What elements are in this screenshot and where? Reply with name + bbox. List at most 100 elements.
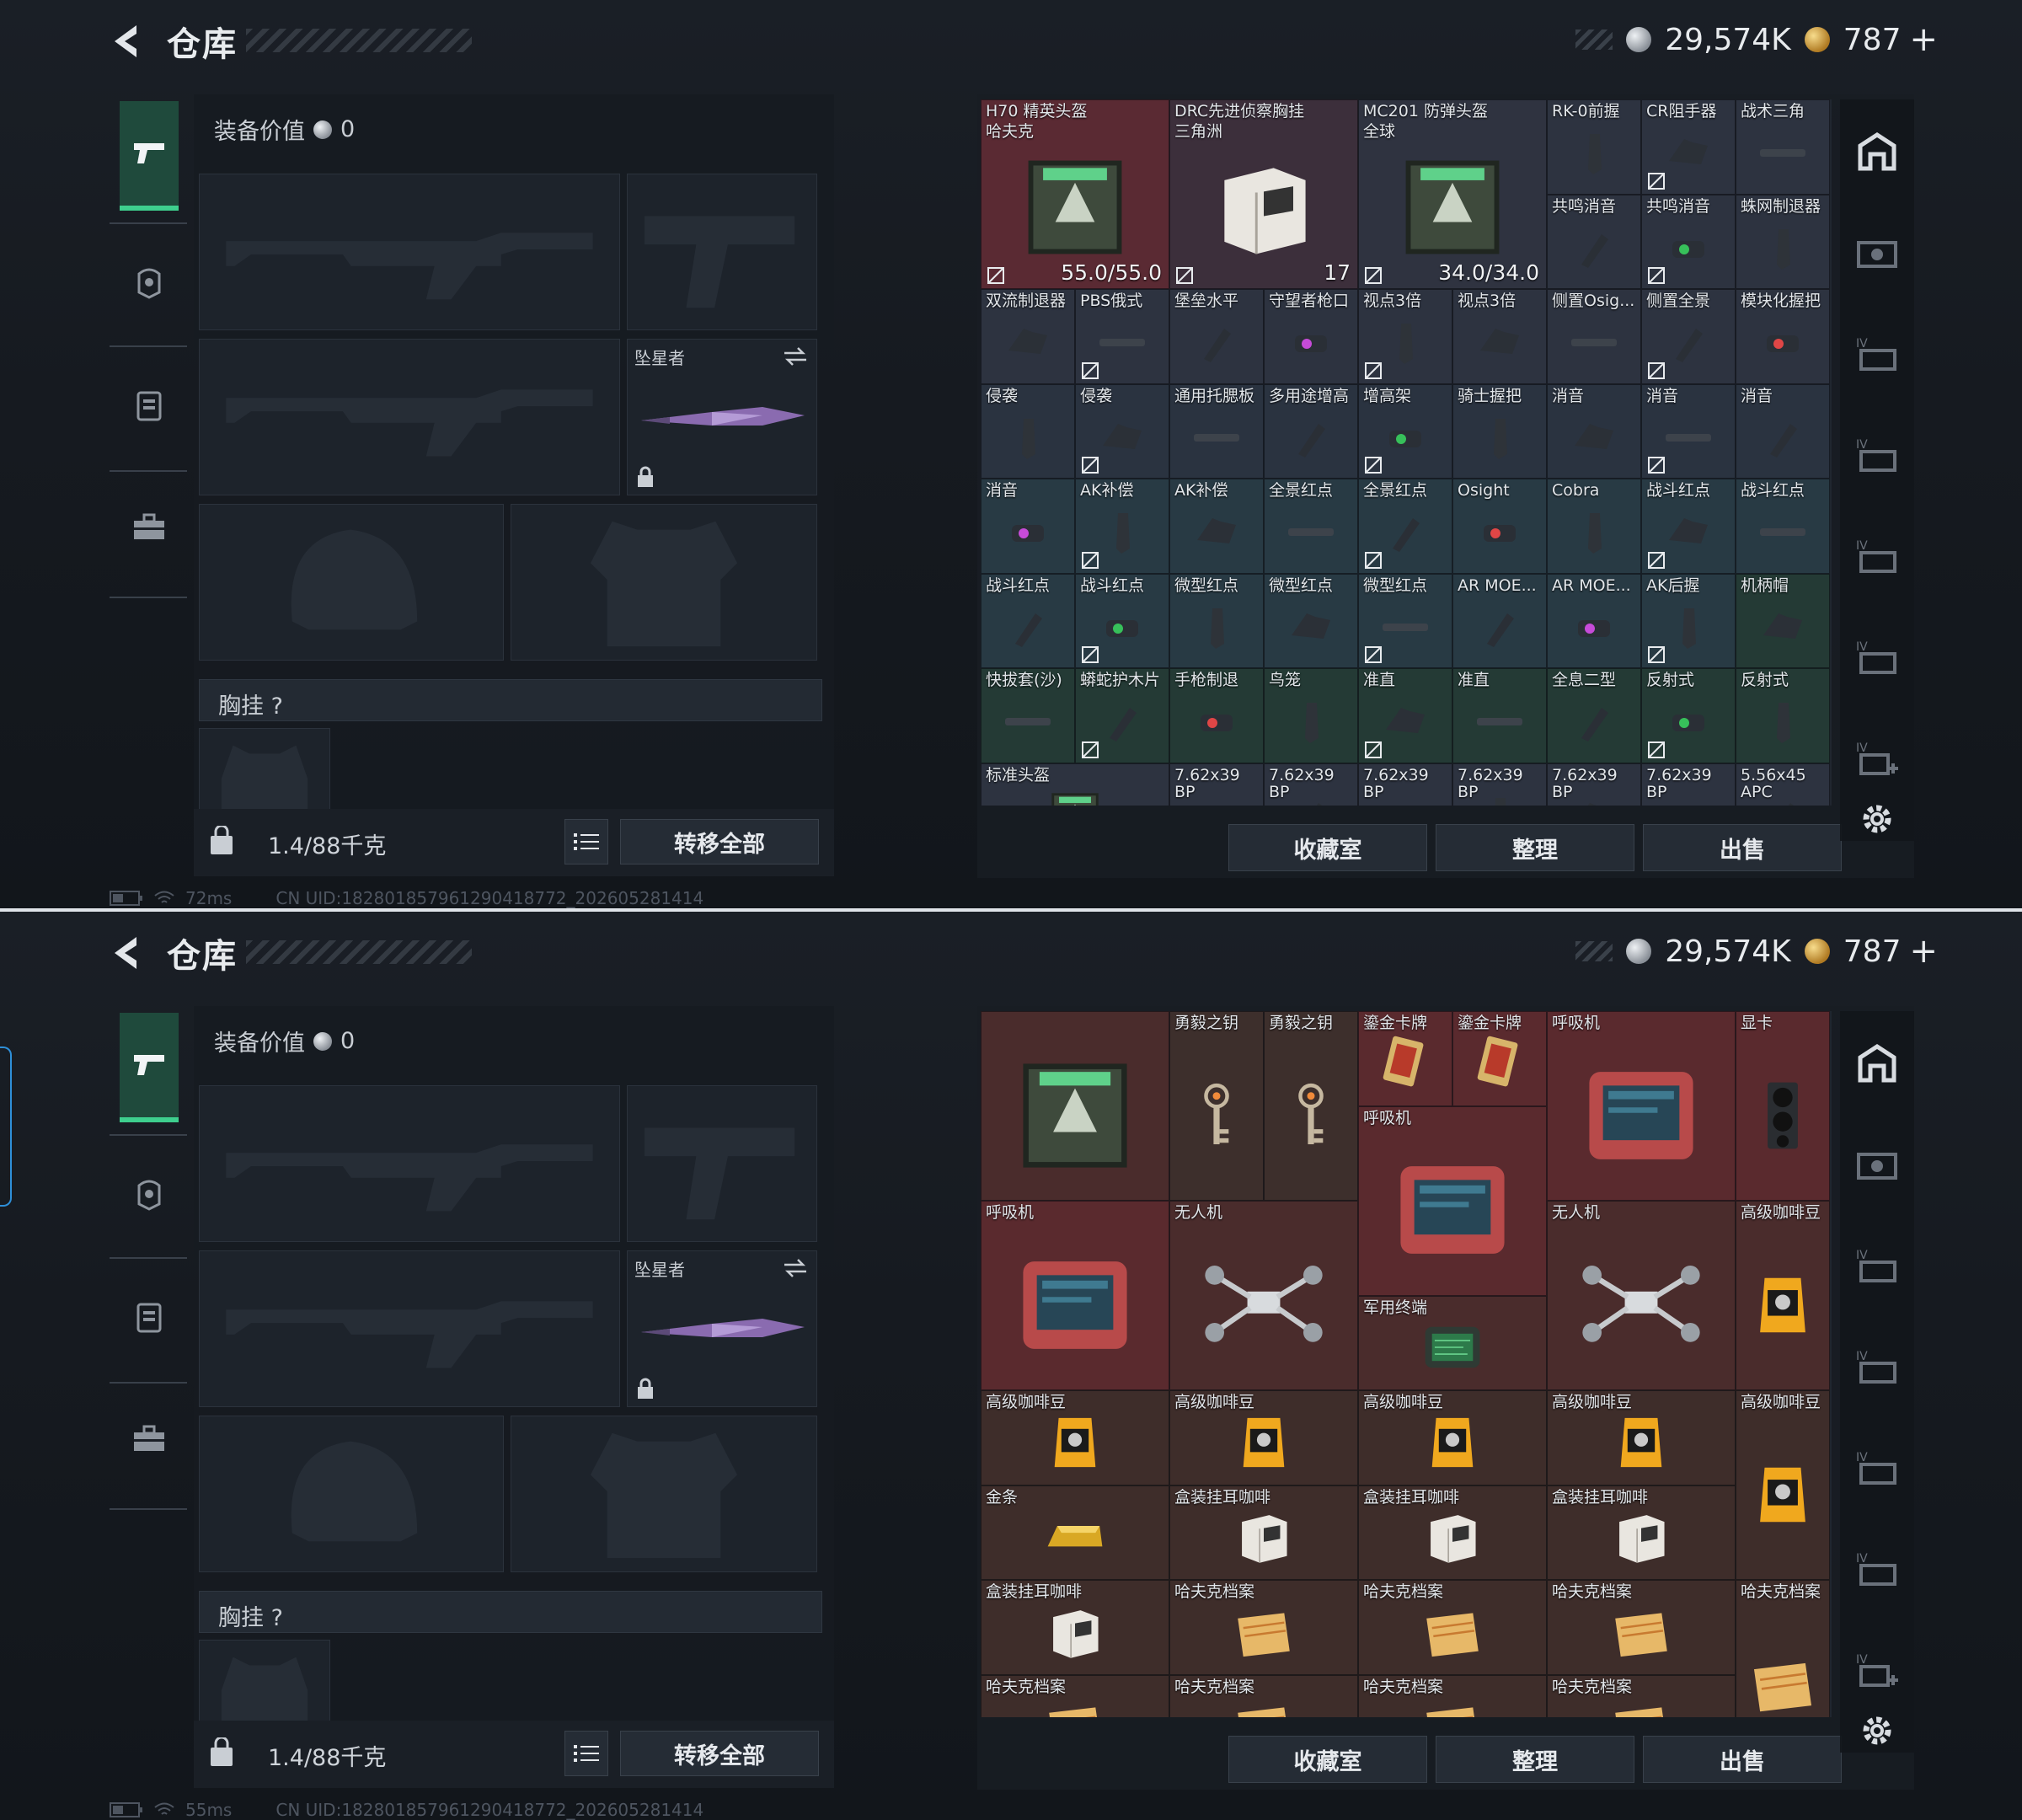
inventory-item[interactable]: 5.56x45 APC (1736, 763, 1830, 806)
sell-button[interactable]: 出售 (1643, 1736, 1842, 1783)
inventory-item[interactable]: 堡垒水平 (1169, 289, 1264, 384)
storage-page-main[interactable] (1855, 130, 1899, 174)
list-view-button[interactable] (564, 819, 608, 864)
inventory-item[interactable]: 战斗红点 (1736, 479, 1830, 574)
inventory-item[interactable]: 战斗红点 (981, 573, 1075, 668)
inventory-item[interactable]: 显卡 (1736, 1011, 1830, 1201)
add-currency-icon[interactable]: + (1909, 20, 1938, 59)
storage-page-4[interactable]: IV (1855, 1446, 1899, 1490)
tab-weapons[interactable] (120, 1013, 179, 1122)
inventory-item[interactable]: 蛛网制退器 (1736, 194, 1830, 289)
inventory-item[interactable]: 无人机 (1547, 1201, 1736, 1390)
tab-helmet[interactable] (120, 1139, 179, 1249)
inventory-item[interactable]: 微型红点 (1358, 573, 1452, 668)
inventory-item[interactable]: 勇毅之钥 (1264, 1011, 1358, 1201)
inventory-item[interactable]: 盒装挂耳咖啡 (1169, 1485, 1358, 1580)
inventory-item[interactable]: 反射式 (1736, 668, 1830, 763)
inventory-item[interactable]: 守望者枪口 (1264, 289, 1358, 384)
transfer-all-button[interactable]: 转移全部 (620, 1731, 819, 1776)
inventory-item[interactable]: 蟒蛇护木片 (1075, 668, 1169, 763)
storage-page-main[interactable] (1855, 1041, 1899, 1085)
inventory-item[interactable]: AK补偿 (1169, 479, 1264, 574)
inventory-item[interactable]: AR MOE... (1547, 573, 1641, 668)
storage-page-2[interactable]: IV (1855, 1244, 1899, 1287)
secondary-weapon-slot[interactable] (199, 1250, 620, 1407)
inventory-item[interactable]: 呼吸机 (1547, 1011, 1736, 1201)
inventory-item[interactable]: CR阻手器 (1641, 99, 1736, 195)
inventory-item[interactable]: 7.62x39 BP (1358, 763, 1452, 806)
sidearm-slot[interactable] (627, 1085, 817, 1242)
inventory-item[interactable]: 哈夫克档案 (1547, 1674, 1736, 1717)
inventory-item[interactable]: 哈夫克档案 (1547, 1580, 1736, 1675)
inventory-item[interactable]: 增高架 (1358, 383, 1452, 479)
inventory-item[interactable]: 7.62x39 BP (1641, 763, 1736, 806)
inventory-item[interactable]: 高级咖啡豆 (1547, 1390, 1736, 1485)
armor-slot[interactable] (511, 1416, 817, 1572)
inventory-item[interactable]: AR MOE... (1452, 573, 1547, 668)
inventory-item[interactable]: 消音 (1736, 383, 1830, 479)
collection-room-button[interactable]: 收藏室 (1228, 1736, 1427, 1783)
inventory-item[interactable]: 高级咖啡豆 (1736, 1390, 1830, 1580)
primary-weapon-slot[interactable] (199, 1085, 620, 1242)
inventory-item[interactable]: 哈夫克档案 (1736, 1580, 1830, 1717)
storage-page-1[interactable] (1855, 1143, 1899, 1186)
inventory-item[interactable]: Osight (1452, 479, 1547, 574)
tab-backpack[interactable] (120, 350, 179, 459)
inventory-item[interactable]: 准直 (1452, 668, 1547, 763)
inventory-item[interactable]: 侵袭 (1075, 383, 1169, 479)
inventory-item[interactable]: 标准头盔 (981, 763, 1169, 806)
melee-slot[interactable]: 坠星者 (627, 1250, 817, 1407)
back-arrow-icon[interactable] (108, 22, 148, 61)
primary-weapon-slot[interactable] (199, 174, 620, 330)
settings-gear-icon[interactable] (1859, 1712, 1896, 1749)
inventory-item[interactable]: 高级咖啡豆 (981, 1390, 1169, 1485)
inventory-item[interactable]: 呼吸机 (981, 1201, 1169, 1390)
inventory-item[interactable]: 高级咖啡豆 (1169, 1390, 1358, 1485)
inventory-item[interactable]: 勇毅之钥 (1169, 1011, 1264, 1201)
inventory-item[interactable]: 哈夫克档案 (1169, 1580, 1358, 1675)
back-arrow-icon[interactable] (108, 934, 148, 972)
inventory-item[interactable]: 全息二型 (1547, 668, 1641, 763)
inventory-item[interactable]: 微型红点 (1264, 573, 1358, 668)
inventory-item[interactable]: 多用途增高 (1264, 383, 1358, 479)
help-icon[interactable]: ? (271, 1605, 283, 1631)
inventory-item[interactable]: 消音 (1641, 383, 1736, 479)
swap-icon[interactable] (783, 1258, 808, 1278)
storage-page-add[interactable]: IV (1855, 736, 1899, 780)
storage-page-1[interactable] (1855, 231, 1899, 275)
sort-button[interactable]: 整理 (1436, 1736, 1634, 1783)
inventory-item[interactable] (981, 1011, 1169, 1201)
inventory-item[interactable]: 高级咖啡豆 (1358, 1390, 1547, 1485)
tab-case[interactable] (120, 1384, 179, 1493)
inventory-item[interactable]: AK补偿 (1075, 479, 1169, 574)
inventory-item[interactable]: 共鸣消音 (1547, 194, 1641, 289)
inventory-item[interactable]: 全景红点 (1358, 479, 1452, 574)
inventory-item[interactable]: 盒装挂耳咖啡 (981, 1580, 1169, 1675)
add-currency-icon[interactable]: + (1909, 932, 1938, 971)
inventory-item[interactable]: 视点3倍 (1358, 289, 1452, 384)
inventory-item[interactable]: 7.62x39 BP (1452, 763, 1547, 806)
inventory-item[interactable]: 双流制退器 (981, 289, 1075, 384)
inventory-item[interactable]: 鎏金卡牌 (1452, 1011, 1547, 1106)
inventory-item[interactable]: H70 精英头盔 哈夫克 55.0/55.0 (981, 99, 1169, 289)
list-view-button[interactable] (564, 1731, 608, 1776)
sell-button[interactable]: 出售 (1643, 824, 1842, 871)
storage-page-3[interactable]: IV (1855, 1345, 1899, 1389)
inventory-item[interactable]: 鸟笼 (1264, 668, 1358, 763)
helmet-slot[interactable] (199, 504, 504, 661)
transfer-all-button[interactable]: 转移全部 (620, 819, 819, 864)
storage-page-4[interactable]: IV (1855, 534, 1899, 578)
helmet-slot[interactable] (199, 1416, 504, 1572)
melee-slot[interactable]: 坠星者 (627, 339, 817, 495)
inventory-item[interactable]: 侧置Osig... (1547, 289, 1641, 384)
inventory-item[interactable]: 反射式 (1641, 668, 1736, 763)
sidearm-slot[interactable] (627, 174, 817, 330)
inventory-item[interactable]: MC201 防弹头盔 全球 34.0/34.0 (1358, 99, 1547, 289)
inventory-item[interactable]: AK后握 (1641, 573, 1736, 668)
inventory-item[interactable]: 快拔套(沙) (981, 668, 1075, 763)
inventory-item[interactable]: 全景红点 (1264, 479, 1358, 574)
sort-button[interactable]: 整理 (1436, 824, 1634, 871)
tab-backpack[interactable] (120, 1261, 179, 1371)
storage-page-5[interactable]: IV (1855, 1547, 1899, 1591)
inventory-item[interactable]: 战斗红点 (1641, 479, 1736, 574)
